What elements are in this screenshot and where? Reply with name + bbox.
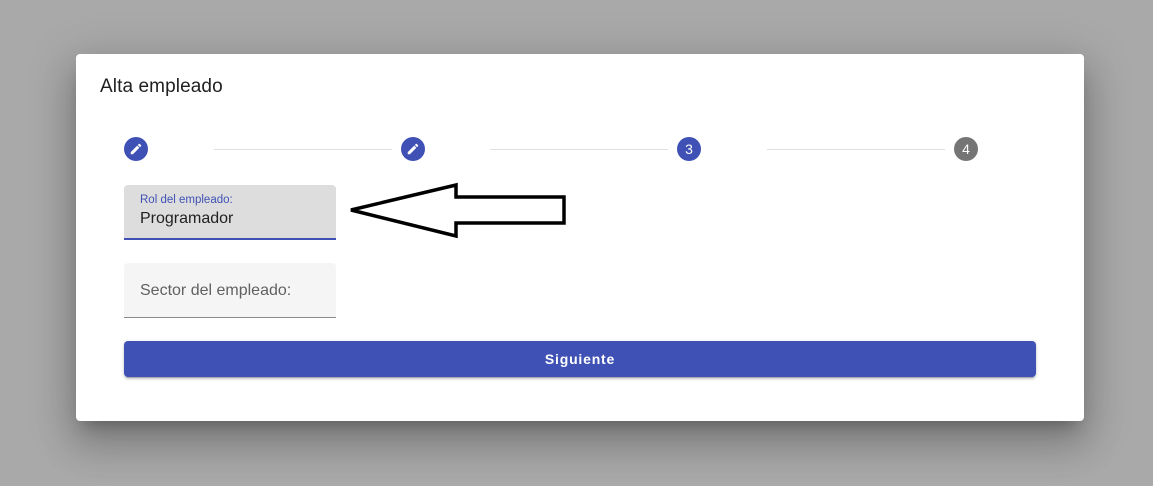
step-4[interactable]: 4 bbox=[954, 137, 978, 161]
sector-field-placeholder: Sector del empleado: bbox=[140, 282, 292, 299]
step-2[interactable] bbox=[401, 137, 425, 161]
step-connector bbox=[767, 149, 945, 150]
pencil-icon bbox=[407, 143, 419, 155]
step-connector bbox=[214, 149, 392, 150]
sector-field[interactable]: Sector del empleado: bbox=[124, 263, 336, 318]
role-field[interactable]: Rol del empleado: Programador bbox=[124, 185, 336, 240]
arrow-left-icon bbox=[350, 182, 566, 239]
step-connector bbox=[490, 149, 668, 150]
pencil-icon bbox=[130, 143, 142, 155]
employee-dialog: Alta empleado 3 4 Rol del empleado: Prog… bbox=[76, 54, 1084, 421]
step-1[interactable] bbox=[124, 137, 148, 161]
role-field-value[interactable]: Programador bbox=[140, 210, 233, 228]
next-button[interactable]: Siguiente bbox=[124, 341, 1036, 377]
role-field-label: Rol del empleado: bbox=[140, 194, 233, 206]
dialog-title: Alta empleado bbox=[100, 76, 223, 97]
step-3[interactable]: 3 bbox=[677, 137, 701, 161]
